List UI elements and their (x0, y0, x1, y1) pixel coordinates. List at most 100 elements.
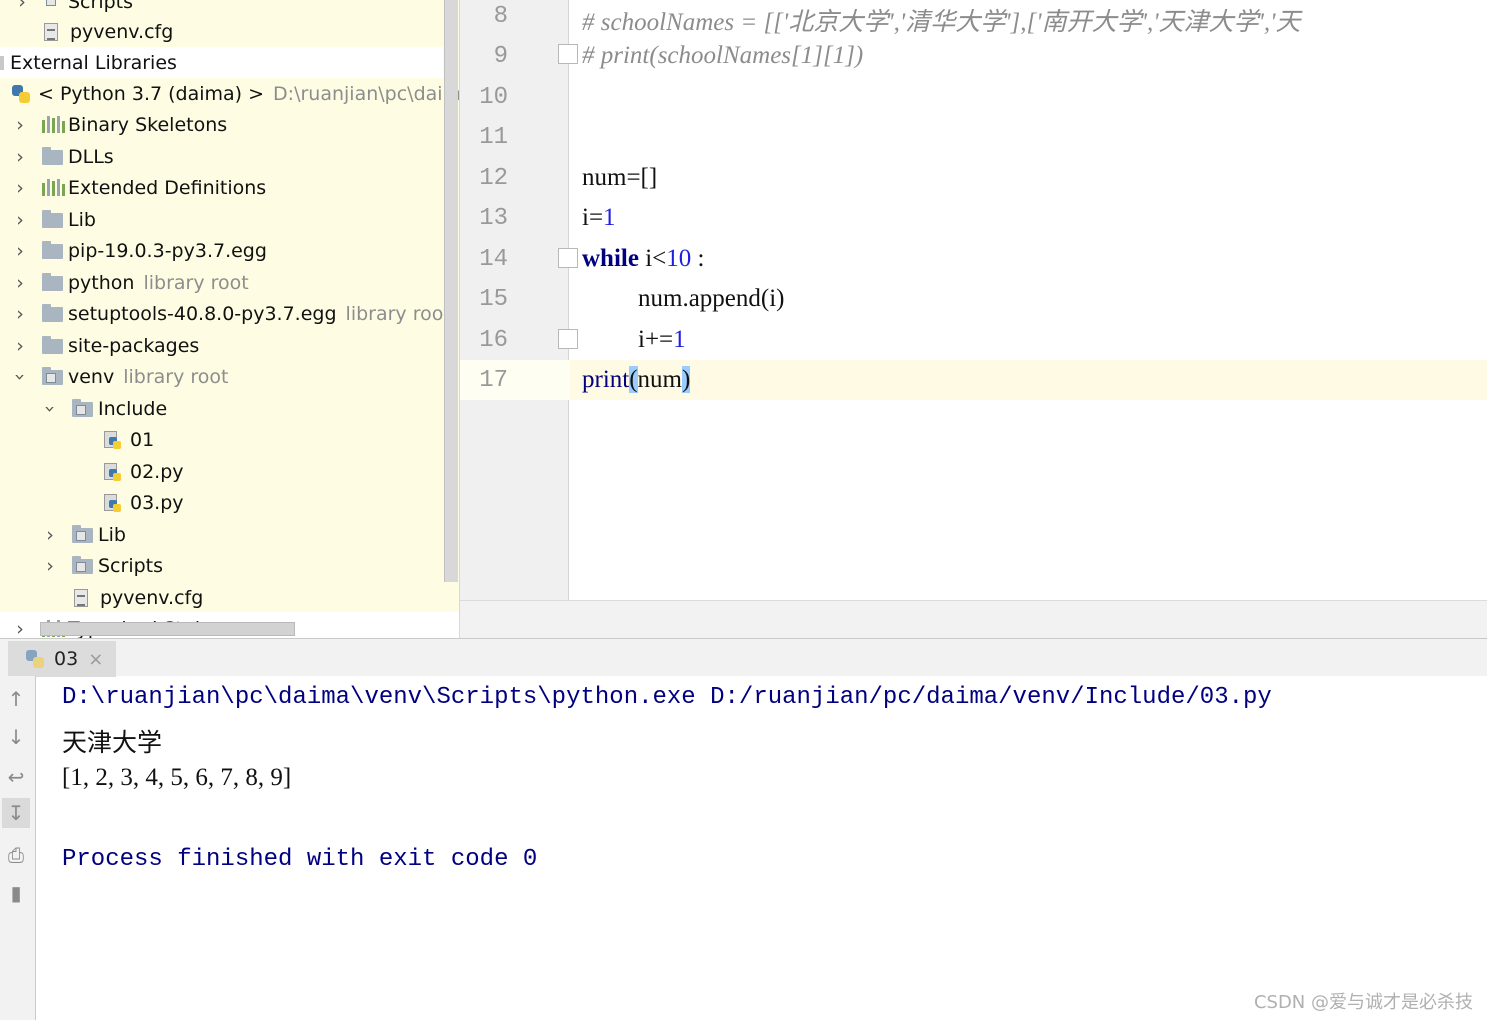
library-icon (0, 55, 4, 70)
chevron-right-icon[interactable]: › (12, 618, 28, 639)
python-file-icon (104, 493, 126, 512)
tree-row-python-sdk[interactable]: < Python 3.7 (daima) > D:\ruanjian\pc\da… (12, 78, 459, 109)
chevron-down-icon[interactable]: › (39, 401, 61, 417)
tree-row-hint: library root (123, 365, 229, 388)
code-token: num (637, 366, 682, 393)
config-file-icon (44, 22, 66, 41)
tree-row-label: Scripts (98, 554, 164, 577)
tree-row-site-packages[interactable]: › site-packages (12, 330, 199, 361)
run-tool-window-tabs: 03 × (0, 638, 1487, 677)
tree-row-venv[interactable]: › venv library root (9, 361, 229, 392)
chevron-right-icon[interactable]: › (12, 335, 28, 357)
code-token: : (691, 245, 705, 272)
tree-horizontal-scrollbar[interactable] (40, 622, 295, 636)
tree-row-external-libraries[interactable]: External Libraries (0, 47, 443, 78)
tree-vertical-scrollbar[interactable] (444, 0, 458, 582)
down-arrow-icon[interactable]: ↓ (2, 722, 30, 752)
line-number: 17 (479, 367, 508, 394)
tree-row-label: Extended Definitions (68, 176, 267, 199)
fold-marker-icon[interactable] (558, 248, 578, 268)
tree-row-label: site-packages (68, 334, 200, 357)
tree-row-python[interactable]: › python library root (12, 267, 249, 298)
tree-row-label: venv (68, 365, 115, 388)
fold-marker-icon[interactable] (558, 44, 578, 64)
tree-row-file-03[interactable]: 03.py (104, 487, 184, 518)
tree-row-dlls[interactable]: › DLLs (12, 141, 114, 172)
brace-match-close: ) (682, 366, 691, 393)
folder-icon (42, 335, 64, 355)
tree-row-setuptools-egg[interactable]: › setuptools-40.8.0-py3.7.egg library ro… (12, 298, 451, 329)
tree-row-extended-definitions[interactable]: › Extended Definitions (12, 172, 266, 203)
code-token: i+= (638, 326, 674, 353)
tree-row-file-02[interactable]: 02.py (104, 456, 184, 487)
code-token: i< (638, 245, 667, 272)
code-line-8: # schoolNames = [['北京大学','清华大学'],['南开大学'… (582, 9, 1301, 36)
tree-row-label: Binary Skeletons (68, 113, 228, 136)
print-icon[interactable]: ⎙ (2, 840, 30, 870)
chevron-right-icon[interactable]: › (42, 524, 58, 546)
tree-row-label: External Libraries (10, 51, 177, 74)
python-file-icon (104, 430, 126, 449)
chevron-right-icon[interactable]: › (12, 114, 28, 136)
watermark: CSDN @爱与诚才是必杀技 (1253, 992, 1473, 1013)
chevron-down-icon[interactable]: › (9, 369, 31, 385)
code-editor[interactable]: 8 9 10 11 12 13 14 15 16 17 # schoolName… (460, 0, 1487, 638)
chevron-right-icon[interactable]: › (12, 272, 28, 294)
line-number: 12 (479, 165, 508, 192)
chevron-right-icon[interactable]: › (12, 177, 28, 199)
tree-row-label: pyvenv.cfg (100, 586, 204, 609)
line-number: 16 (479, 327, 508, 354)
chevron-right-icon[interactable]: › (14, 0, 30, 13)
tree-row-venv-scripts[interactable]: › Scripts (42, 550, 163, 581)
folder-icon (72, 555, 94, 575)
folder-icon (42, 209, 64, 229)
line-number: 8 (493, 3, 508, 30)
tree-row-label: 03.py (130, 491, 184, 514)
library-icon (42, 115, 65, 134)
line-number: 14 (479, 246, 508, 273)
chevron-right-icon[interactable]: › (12, 209, 28, 231)
trash-icon[interactable]: ▮ (2, 878, 30, 908)
chevron-right-icon[interactable]: › (12, 240, 28, 262)
line-number: 11 (479, 124, 508, 151)
tree-row-binary-skeletons[interactable]: › Binary Skeletons (12, 109, 227, 140)
code-line-13: i=1 (582, 204, 616, 232)
tree-row-label: Lib (98, 523, 126, 546)
tree-row-label: pip-19.0.3-py3.7.egg (68, 239, 267, 262)
code-line-12: num=[] (582, 164, 658, 191)
tree-row-pip-egg[interactable]: › pip-19.0.3-py3.7.egg (12, 235, 267, 266)
console-command-line: D:\ruanjian\pc\daima\venv\Scripts\python… (62, 684, 1272, 711)
tree-row-pyvenv-cfg-top[interactable]: pyvenv.cfg (44, 16, 173, 47)
tree-row-lib[interactable]: › Lib (12, 204, 96, 235)
code-number: 10 (666, 245, 692, 272)
tree-row-venv-pyvenv-cfg[interactable]: pyvenv.cfg (74, 582, 203, 613)
tree-row-file-01[interactable]: 01 (104, 424, 154, 455)
tree-row-venv-lib[interactable]: › Lib (42, 519, 126, 550)
run-tab-03[interactable]: 03 × (8, 641, 116, 677)
console-output-line: 天津大学 (62, 730, 163, 757)
folder-icon (72, 398, 94, 418)
folder-icon (42, 272, 64, 292)
up-arrow-icon[interactable]: ↑ (2, 684, 30, 714)
code-line-9: # print(schoolNames[1][1]) (582, 42, 864, 69)
tree-row-include[interactable]: › Include (39, 393, 167, 424)
chevron-right-icon[interactable]: › (42, 555, 58, 577)
folder-icon (72, 524, 94, 544)
python-icon (12, 84, 34, 103)
chevron-right-icon[interactable]: › (12, 146, 28, 168)
console-exit-message: Process finished with exit code 0 (62, 846, 538, 873)
tree-row-hint: library root (345, 302, 451, 325)
code-number: 1 (673, 326, 686, 353)
folder-icon (42, 303, 64, 323)
fold-marker-icon[interactable] (558, 329, 578, 349)
close-icon[interactable]: × (88, 649, 103, 670)
code-line-16: i+=1 (638, 326, 686, 354)
chevron-right-icon[interactable]: › (12, 303, 28, 325)
code-number: 1 (603, 204, 616, 231)
folder-icon (42, 240, 64, 260)
scroll-to-end-icon[interactable]: ↧ (2, 798, 30, 828)
soft-wrap-icon[interactable]: ↩ (2, 762, 30, 792)
line-number: 13 (479, 205, 508, 232)
tree-row-scripts-top[interactable]: › Scripts (14, 0, 133, 17)
tree-row-label: setuptools-40.8.0-py3.7.egg (68, 302, 337, 325)
